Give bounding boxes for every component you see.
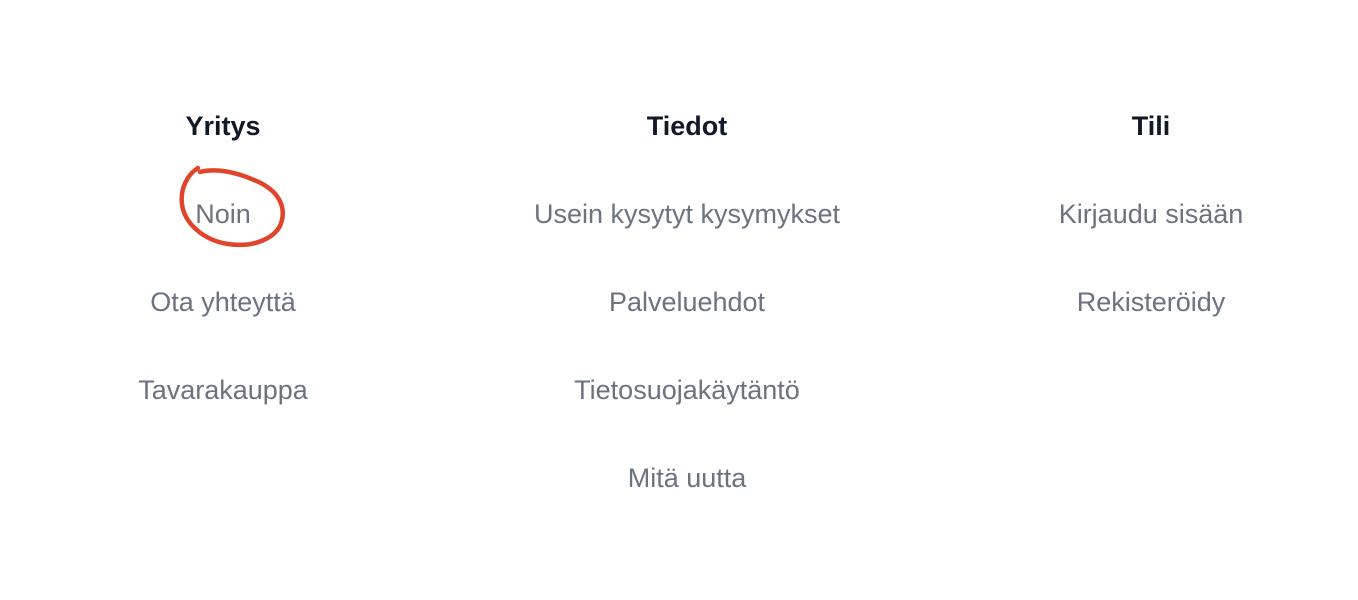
footer-nav: Yritys Noin Ota yhteyttä Tavarakauppa Ti… bbox=[0, 0, 1358, 600]
column-title-info: Tiedot bbox=[646, 111, 728, 141]
list-item: Usein kysytyt kysymykset bbox=[507, 196, 867, 284]
link-faq[interactable]: Usein kysytyt kysymykset bbox=[534, 196, 840, 232]
list-item: Kirjaudu sisään bbox=[971, 196, 1331, 284]
list-item: Noin bbox=[43, 196, 403, 284]
link-terms[interactable]: Palveluehdot bbox=[609, 284, 765, 320]
list-item: Tietosuojakäytäntö bbox=[507, 372, 867, 460]
column-title-company: Yritys bbox=[185, 111, 261, 141]
link-store[interactable]: Tavarakauppa bbox=[138, 372, 308, 408]
list-item: Palveluehdot bbox=[507, 284, 867, 372]
footer-column-account: Tili Kirjaudu sisään Rekisteröidy bbox=[971, 108, 1331, 372]
company-links-list: Noin Ota yhteyttä Tavarakauppa bbox=[43, 196, 403, 460]
column-title-account: Tili bbox=[1131, 111, 1171, 141]
link-about[interactable]: Noin bbox=[195, 196, 251, 232]
link-contact[interactable]: Ota yhteyttä bbox=[150, 284, 296, 320]
link-privacy[interactable]: Tietosuojakäytäntö bbox=[574, 372, 800, 408]
account-links-list: Kirjaudu sisään Rekisteröidy bbox=[971, 196, 1331, 372]
list-item: Tavarakauppa bbox=[43, 372, 403, 460]
footer-column-company: Yritys Noin Ota yhteyttä Tavarakauppa bbox=[43, 108, 403, 460]
link-whats-new[interactable]: Mitä uutta bbox=[628, 460, 747, 496]
link-sign-in[interactable]: Kirjaudu sisään bbox=[1059, 196, 1244, 232]
list-item: Mitä uutta bbox=[507, 460, 867, 548]
list-item: Ota yhteyttä bbox=[43, 284, 403, 372]
info-links-list: Usein kysytyt kysymykset Palveluehdot Ti… bbox=[507, 196, 867, 548]
footer-column-info: Tiedot Usein kysytyt kysymykset Palvelue… bbox=[507, 108, 867, 548]
list-item: Rekisteröidy bbox=[971, 284, 1331, 372]
link-register[interactable]: Rekisteröidy bbox=[1077, 284, 1226, 320]
